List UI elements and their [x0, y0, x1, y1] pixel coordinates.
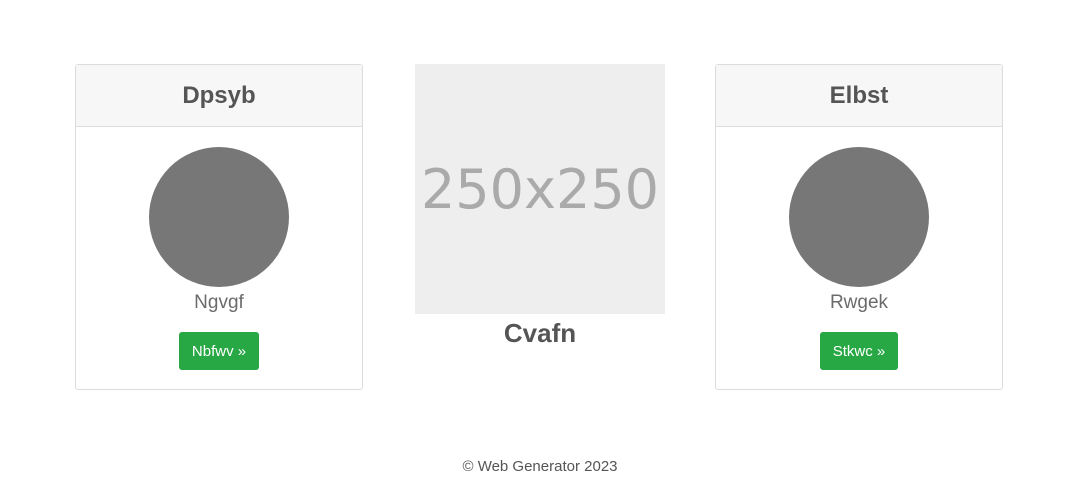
avatar: [789, 147, 929, 287]
card-name: Rwgek: [829, 292, 889, 313]
card-action-button[interactable]: Nbfwv »: [178, 332, 260, 370]
footer-copyright: © Web Generator 2023: [462, 458, 618, 475]
card-action-button[interactable]: Stkwc »: [819, 332, 899, 370]
card-header: Dpsyb: [76, 65, 362, 127]
profile-card-right: Elbst Rwgek Stkwc »: [715, 64, 1003, 390]
card-name: Ngvgf: [194, 292, 244, 313]
placeholder-image: 250x250: [415, 64, 665, 314]
center-title: Cvafn: [503, 318, 577, 348]
page: Dpsyb Ngvgf Nbfwv » 250x250 Cvafn Elbst …: [0, 0, 1080, 480]
card-header: Elbst: [716, 65, 1002, 127]
avatar: [149, 147, 289, 287]
profile-card-left: Dpsyb Ngvgf Nbfwv »: [75, 64, 363, 390]
